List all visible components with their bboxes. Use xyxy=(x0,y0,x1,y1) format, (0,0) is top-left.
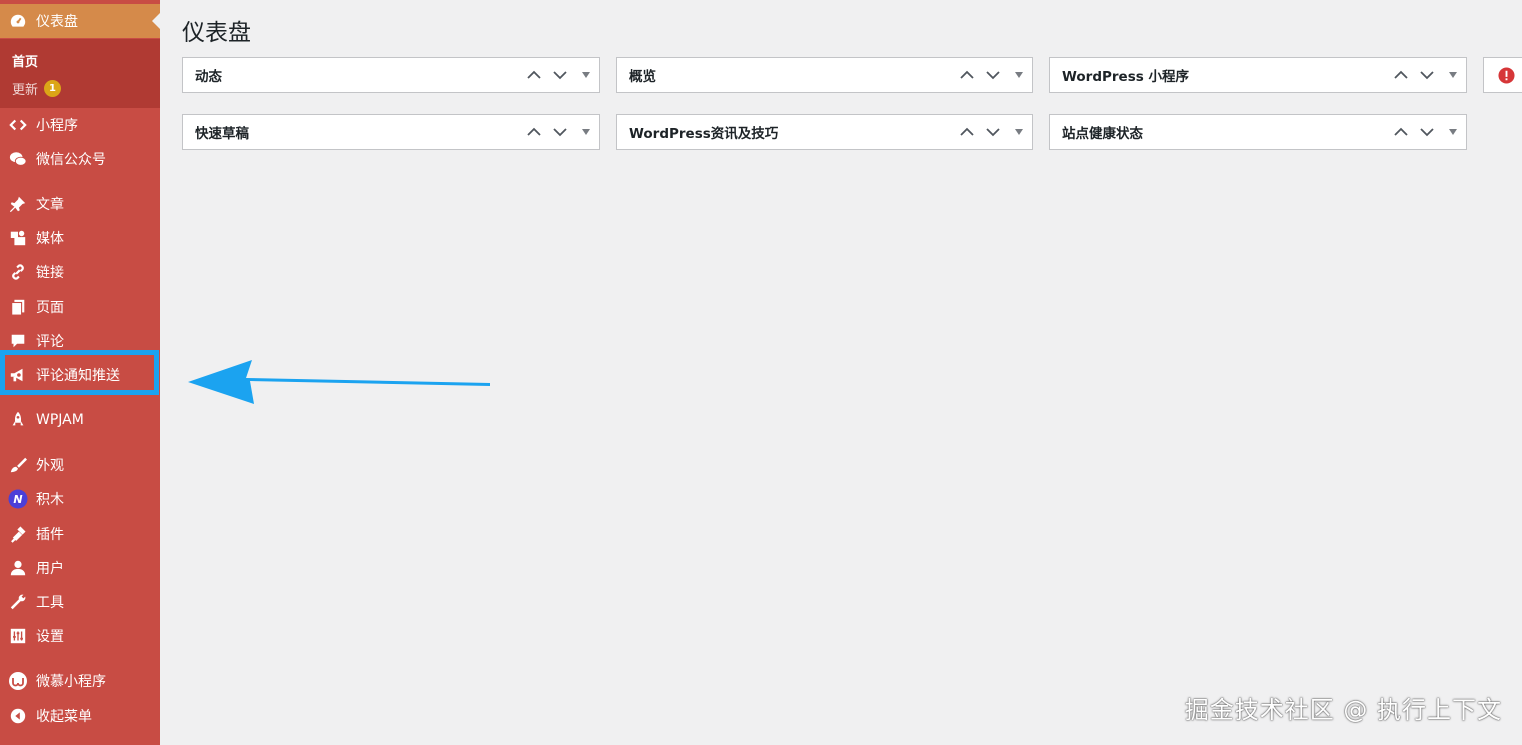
wechat-icon xyxy=(8,149,28,169)
move-down-icon[interactable] xyxy=(980,115,1006,149)
menu-weimu[interactable]: 微慕小程序 xyxy=(0,664,160,698)
widget-wordpress-miniprogram: WordPress 小程序 xyxy=(1049,57,1467,93)
menu-label: 外观 xyxy=(36,458,64,474)
move-up-icon[interactable] xyxy=(1388,58,1414,92)
menu-tools[interactable]: 工具 xyxy=(0,585,160,619)
admin-sidebar: 仪表盘 首页 更新 1 小程序 微信公众号 文章 媒体 链接 页面 评论 评论通… xyxy=(0,0,160,745)
plug-icon xyxy=(8,524,28,544)
submenu-updates-label: 更新 xyxy=(12,83,39,98)
toggle-caret-icon[interactable] xyxy=(1440,58,1466,92)
comment-bubble-icon xyxy=(8,331,28,351)
sliders-icon xyxy=(8,626,28,646)
widget-title: 概览 xyxy=(629,69,656,85)
dashboard-submenu: 首页 更新 1 xyxy=(0,39,160,108)
move-down-icon[interactable] xyxy=(547,58,573,92)
menu-pages[interactable]: 页面 xyxy=(0,290,160,324)
move-up-icon[interactable] xyxy=(521,58,547,92)
paintbrush-icon xyxy=(8,455,28,475)
menu-label: 链接 xyxy=(36,265,64,281)
menu-dashboard[interactable]: 仪表盘 xyxy=(0,4,160,38)
widget-title: WordPress 小程序 xyxy=(1062,69,1189,85)
annotation-arrow xyxy=(188,360,490,404)
widget-title: WordPress资讯及技巧 xyxy=(629,126,779,142)
link-icon xyxy=(8,262,28,282)
pin-icon xyxy=(8,194,28,214)
move-up-icon[interactable] xyxy=(954,115,980,149)
toggle-caret-icon[interactable] xyxy=(573,115,599,149)
widget-quick-draft: 快速草稿 xyxy=(182,114,600,150)
weimu-logo-icon xyxy=(8,671,28,691)
toggle-caret-icon[interactable] xyxy=(1440,115,1466,149)
move-up-icon[interactable] xyxy=(954,58,980,92)
submenu-updates[interactable]: 更新 1 xyxy=(12,79,62,98)
menu-label: 评论通知推送 xyxy=(36,368,120,384)
menu-label: WPJAM xyxy=(36,412,84,428)
menu-label: 页面 xyxy=(36,300,64,316)
toggle-caret-icon[interactable] xyxy=(1006,58,1032,92)
svg-text:N: N xyxy=(13,493,22,506)
menu-label: 文章 xyxy=(36,197,64,213)
move-down-icon[interactable] xyxy=(980,58,1006,92)
rocket-icon xyxy=(8,410,28,430)
menu-comment-push[interactable]: 评论通知推送 xyxy=(0,358,160,392)
menu-label: 微慕小程序 xyxy=(36,674,106,690)
menu-wpjam[interactable]: WPJAM xyxy=(0,403,160,437)
menu-comments[interactable]: 评论 xyxy=(0,324,160,358)
move-up-icon[interactable] xyxy=(1388,115,1414,149)
widget-partial-notice xyxy=(1483,57,1522,93)
widget-site-health: 站点健康状态 xyxy=(1049,114,1467,150)
widget-activity: 动态 xyxy=(182,57,600,93)
move-up-icon[interactable] xyxy=(521,115,547,149)
menu-label: 收起菜单 xyxy=(36,709,92,725)
menu-media[interactable]: 媒体 xyxy=(0,221,160,255)
widget-wordpress-news: WordPress资讯及技巧 xyxy=(616,114,1033,150)
menu-plugins[interactable]: 插件 xyxy=(0,517,160,551)
menu-jimu[interactable]: N 积木 xyxy=(0,482,160,516)
submenu-home[interactable]: 首页 xyxy=(12,51,38,70)
collapse-arrow-icon xyxy=(8,706,28,726)
menu-appearance[interactable]: 外观 xyxy=(0,448,160,482)
page-title: 仪表盘 xyxy=(182,20,251,46)
code-brackets-icon xyxy=(8,115,28,135)
menu-label: 积木 xyxy=(36,492,64,508)
menu-label: 微信公众号 xyxy=(36,152,106,168)
watermark: 掘金技术社区 @ 执行上下文 xyxy=(1184,696,1502,724)
move-down-icon[interactable] xyxy=(1414,115,1440,149)
error-alert-icon xyxy=(1498,66,1515,84)
user-icon xyxy=(8,558,28,578)
menu-label: 小程序 xyxy=(36,118,78,134)
megaphone-icon xyxy=(8,365,28,385)
menu-label: 设置 xyxy=(36,629,64,645)
menu-label: 工具 xyxy=(36,595,64,611)
move-down-icon[interactable] xyxy=(1414,58,1440,92)
menu-wechat[interactable]: 微信公众号 xyxy=(0,142,160,176)
menu-label: 用户 xyxy=(36,561,64,577)
wrench-icon xyxy=(8,592,28,612)
menu-dashboard-label: 仪表盘 xyxy=(36,14,78,30)
jimu-logo-icon: N xyxy=(8,489,28,509)
widget-overview: 概览 xyxy=(616,57,1033,93)
page-icon xyxy=(8,297,28,317)
media-icon xyxy=(8,228,28,248)
menu-miniprogram[interactable]: 小程序 xyxy=(0,108,160,142)
toggle-caret-icon[interactable] xyxy=(573,58,599,92)
widget-title: 动态 xyxy=(195,69,222,85)
menu-links[interactable]: 链接 xyxy=(0,255,160,289)
menu-users[interactable]: 用户 xyxy=(0,551,160,585)
move-down-icon[interactable] xyxy=(547,115,573,149)
menu-collapse[interactable]: 收起菜单 xyxy=(0,699,160,733)
menu-settings[interactable]: 设置 xyxy=(0,619,160,653)
menu-label: 媒体 xyxy=(36,231,64,247)
dashboard-gauge-icon xyxy=(8,11,28,31)
widget-title: 站点健康状态 xyxy=(1062,126,1143,142)
widget-title: 快速草稿 xyxy=(195,126,249,142)
menu-label: 评论 xyxy=(36,334,64,350)
toggle-caret-icon[interactable] xyxy=(1006,115,1032,149)
menu-posts[interactable]: 文章 xyxy=(0,187,160,221)
menu-label: 插件 xyxy=(36,527,64,543)
update-count-badge: 1 xyxy=(44,80,62,97)
